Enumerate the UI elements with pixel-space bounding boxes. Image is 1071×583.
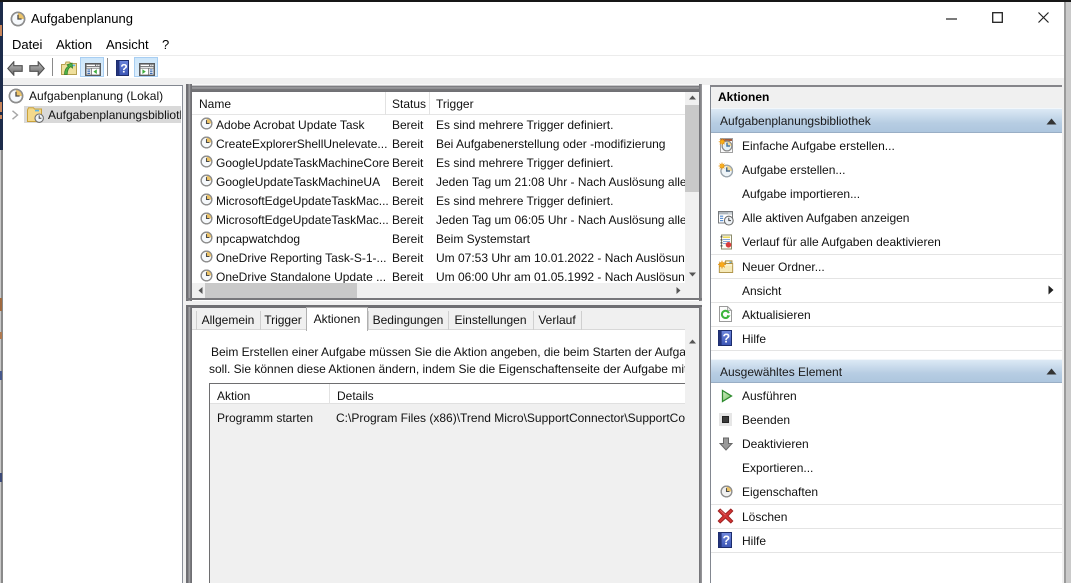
svg-text:?: ?	[120, 62, 127, 76]
svg-text:?: ?	[722, 332, 730, 346]
svg-text:?: ?	[722, 534, 730, 548]
